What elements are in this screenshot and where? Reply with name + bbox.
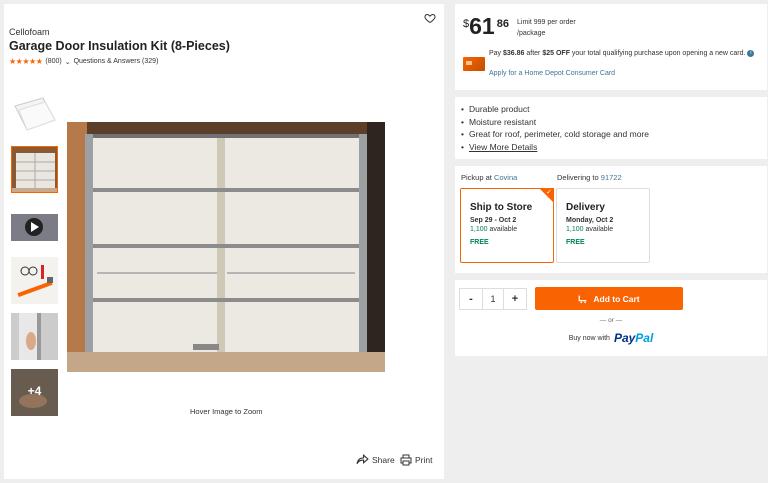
paypal-button[interactable]: Buy now with PayPal [455, 331, 767, 345]
share-button[interactable]: Share [356, 454, 395, 465]
thumbnail-more[interactable]: +4 [11, 369, 58, 416]
hover-to-zoom-hint: Hover Image to Zoom [190, 407, 263, 416]
delivery-option[interactable]: Delivery Monday, Oct 2 1,100 available F… [556, 188, 650, 263]
add-to-cart-button[interactable]: Add to Cart [535, 287, 683, 310]
credit-card-icon [463, 57, 485, 71]
unit-text: /package [517, 30, 546, 37]
fulfillment-panel: Pickup at Covina Delivering to 91722 ✓ S… [455, 166, 767, 273]
feature-item: Moisture resistant [461, 116, 649, 129]
price-cents: 86 [496, 18, 509, 30]
or-divider: — or — [599, 317, 623, 324]
quantity-input[interactable]: 1 [482, 289, 504, 309]
price-panel: $ 61 86 Limit 999 per order /package Pay… [455, 4, 767, 90]
apply-card-link[interactable]: Apply for a Home Depot Consumer Card [489, 70, 615, 77]
delivery-prefix: Delivering to [557, 173, 601, 182]
delivery-zip-link[interactable]: 91722 [601, 173, 622, 182]
ship-avail-count: 1,100 [470, 226, 488, 233]
buy-now-text: Buy now with [568, 334, 610, 342]
cart-icon [578, 295, 587, 303]
quantity-stepper: - 1 + [459, 288, 527, 310]
feature-item: Durable product [461, 103, 649, 116]
printer-icon [400, 454, 412, 466]
chevron-down-icon[interactable]: ⌄ [65, 58, 71, 66]
ship-date: Sep 29 - Oct 2 [470, 217, 517, 224]
paypal-logo: PayPal [614, 331, 653, 345]
order-limit: Limit 999 per order /package [517, 17, 576, 39]
feature-item: Great for roof, perimeter, cold storage … [461, 128, 649, 141]
thumbnail-video[interactable] [11, 204, 58, 251]
delivery-availability: 1,100 available [566, 226, 640, 233]
feature-list: Durable product Moisture resistant Great… [461, 103, 649, 153]
brand-link[interactable]: Cellofoam [9, 27, 50, 37]
thumbnail-installation[interactable] [11, 313, 58, 360]
promo-rest: your total qualifying purchase upon open… [569, 50, 746, 57]
ship-to-store-option[interactable]: ✓ Ship to Store Sep 29 - Oct 2 1,100 ava… [460, 188, 554, 263]
checkmark-icon: ✓ [546, 189, 552, 196]
share-label: Share [372, 454, 395, 465]
info-icon[interactable]: i [747, 49, 755, 57]
view-more-details-item[interactable]: View More Details [461, 141, 649, 154]
print-button[interactable]: Print [400, 454, 432, 466]
ship-avail-text: available [487, 226, 518, 233]
thumbnail-insulation-panels[interactable] [11, 92, 58, 139]
thumbnail-garage-door[interactable] [11, 146, 58, 193]
promo-off: $25 OFF [542, 50, 570, 57]
promo-pay: Pay [489, 50, 504, 57]
paypal-pal: Pal [635, 331, 654, 345]
features-panel: Durable product Moisture resistant Great… [455, 97, 767, 159]
qa-link[interactable]: Questions & Answers (329) [74, 58, 159, 65]
delivery-avail-count: 1,100 [566, 226, 584, 233]
product-media-panel: Cellofoam Garage Door Insulation Kit (8-… [4, 4, 444, 479]
pickup-prefix: Pickup at [461, 173, 494, 182]
rating-row: ★★★★★ (800) ⌄ Questions & Answers (329) [9, 57, 158, 66]
price-dollars: 61 [469, 13, 495, 39]
add-to-cart-label: Add to Cart [593, 293, 640, 304]
pickup-store-link[interactable]: Covina [494, 173, 517, 182]
more-count: +4 [27, 384, 42, 398]
price: $ 61 86 [463, 15, 509, 38]
delivery-location: Delivering to 91722 [557, 173, 622, 182]
delivery-title: Delivery [566, 202, 605, 213]
heart-icon[interactable] [424, 12, 436, 24]
thumbnail-tools[interactable] [11, 257, 58, 304]
delivery-price: FREE [566, 239, 585, 246]
increase-quantity-button[interactable]: + [504, 289, 526, 309]
promo-after: after [524, 50, 543, 57]
product-title: Garage Door Insulation Kit (8-Pieces) [9, 39, 230, 53]
delivery-avail-text: available [583, 226, 614, 233]
promo-amount: $36.86 [503, 50, 525, 57]
paypal-pay: Pay [613, 331, 636, 345]
cart-panel: - 1 + Add to Cart — or — Buy now with Pa… [455, 280, 767, 356]
ship-price: FREE [470, 239, 489, 246]
main-product-image[interactable] [67, 122, 385, 372]
ship-title: Ship to Store [470, 202, 533, 213]
decrease-quantity-button[interactable]: - [460, 289, 482, 309]
rating-stars[interactable]: ★★★★★ [9, 57, 43, 66]
limit-text: Limit 999 per order [517, 19, 576, 26]
review-count[interactable]: (800) [45, 58, 61, 65]
share-icon [356, 454, 369, 465]
pickup-location: Pickup at Covina [461, 173, 517, 182]
view-more-details-link[interactable]: View More Details [469, 142, 537, 152]
delivery-date: Monday, Oct 2 [566, 217, 614, 224]
ship-availability: 1,100 available [470, 226, 544, 233]
print-label: Print [415, 455, 433, 465]
card-promo-text: Pay $36.86 after $25 OFF your total qual… [489, 48, 759, 59]
